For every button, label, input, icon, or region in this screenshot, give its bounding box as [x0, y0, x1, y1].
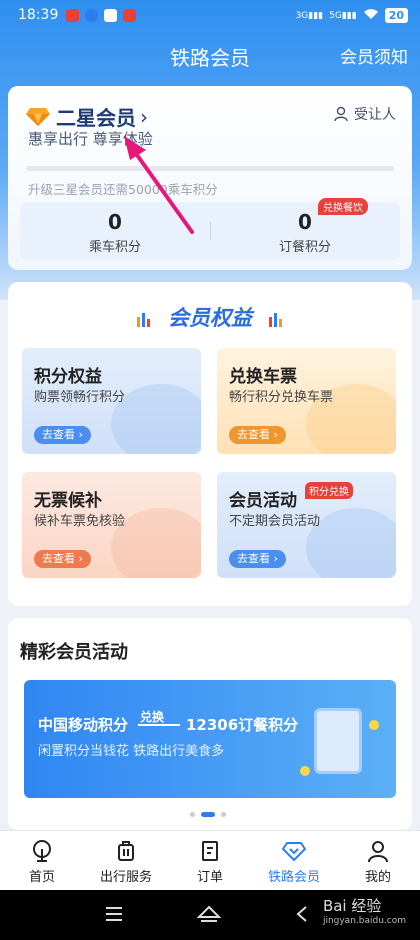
nav-label: 我的: [364, 870, 391, 885]
member-notice-link[interactable]: 会员须知: [340, 43, 408, 68]
nav-label: 首页: [28, 870, 55, 885]
meal-points-value: 0: [298, 210, 312, 234]
points-exchange-tag: 积分兑换: [305, 482, 353, 499]
arrow-right-icon: [138, 724, 180, 726]
member-card: 二星会员 › 惠享出行 尊享体验 受让人 升级三星会员还需50000乘车积分 0…: [8, 86, 412, 270]
luggage-icon: [118, 841, 134, 861]
system-indicators: 3G▮▮▮ 5G▮▮▮ 20: [296, 8, 408, 23]
bars-decoration-icon: [269, 313, 283, 327]
transferee-button[interactable]: 受让人: [334, 104, 396, 124]
banner-left-text: 中国移动积分: [38, 716, 129, 734]
video-app-icon: [123, 9, 136, 22]
home-icon[interactable]: [197, 905, 221, 923]
member-benefits-panel: 会员权益 积分权益 购票领畅行积分 去查看 › 兑换车票 畅行积分兑换车票 去查…: [8, 282, 412, 606]
tile-view-label: 去查看: [237, 552, 270, 565]
benefit-tile-exchange-ticket[interactable]: 兑换车票 畅行积分兑换车票 去查看 ›: [217, 348, 396, 454]
tile-title: 会员活动: [229, 491, 297, 511]
tile-title: 积分权益: [34, 367, 102, 387]
nav-me[interactable]: 我的: [336, 831, 420, 890]
activity-banner[interactable]: 中国移动积分 兑换 12306订餐积分 闲置积分当钱花 铁路出行美食多: [24, 680, 396, 798]
member-level-name: 二星会员: [56, 106, 136, 130]
points-summary: 0 乘车积分 0 订餐积分 兑换餐饮: [20, 198, 400, 260]
nav-orders[interactable]: 订单: [168, 831, 252, 890]
tile-title: 无票候补: [34, 491, 102, 511]
tile-view-button[interactable]: 去查看 ›: [229, 426, 286, 444]
carousel-dot[interactable]: [221, 812, 226, 817]
banner-right-text: 12306订餐积分: [186, 716, 299, 734]
coin-icon: [369, 720, 379, 730]
member-activities-panel: 精彩会员活动 中国移动积分 兑换 12306订餐积分 闲置积分当钱花 铁路出行美…: [8, 618, 412, 830]
tile-subtitle: 购票领畅行积分: [34, 390, 126, 405]
watermark-sub: jingyan.baidu.com: [322, 916, 406, 926]
meal-points-label: 订餐积分: [278, 240, 331, 255]
tile-view-button[interactable]: 去查看 ›: [34, 550, 91, 568]
notification-icons: [66, 9, 136, 22]
tile-title: 兑换车票: [229, 367, 297, 387]
benefits-heading: 会员权益: [8, 302, 412, 332]
news-app-icon: [66, 9, 79, 22]
order-list-icon: [202, 841, 218, 861]
diamond-icon: [26, 107, 50, 126]
person-icon: [334, 106, 348, 122]
battery-icon: 20: [384, 8, 408, 23]
baidu-app-icon: [104, 9, 117, 22]
tile-view-button[interactable]: 去查看 ›: [34, 426, 91, 444]
status-time: 18:39: [18, 7, 59, 23]
baidu-watermark: Bai 经验 jingyan.baidu.com: [323, 895, 406, 926]
transferee-label: 受让人: [354, 107, 396, 123]
nav-label: 铁路会员: [267, 870, 320, 885]
phone-illustration: [314, 708, 362, 774]
system-navigation-bar: Bai 经验 jingyan.baidu.com: [0, 890, 420, 940]
watermark-text: Bai 经验: [322, 897, 382, 915]
status-bar: 18:39 3G▮▮▮ 5G▮▮▮ 20: [0, 0, 420, 32]
browser-app-icon: [85, 9, 98, 22]
nav-label: 订单: [196, 870, 223, 885]
carousel-dot[interactable]: [190, 812, 195, 817]
tile-view-button[interactable]: 去查看 ›: [229, 550, 286, 568]
benefit-tile-points[interactable]: 积分权益 购票领畅行积分 去查看 ›: [22, 348, 201, 454]
carousel-dot-active[interactable]: [201, 812, 215, 817]
benefit-tile-waitlist[interactable]: 无票候补 候补车票免核验 去查看 ›: [22, 472, 201, 578]
ride-points-label: 乘车积分: [88, 240, 141, 255]
tile-subtitle: 畅行积分兑换车票: [229, 390, 334, 405]
benefit-tile-activities[interactable]: 会员活动 积分兑换 不定期会员活动 去查看 ›: [217, 472, 396, 578]
ride-points[interactable]: 0 乘车积分: [20, 210, 210, 255]
tile-subtitle: 不定期会员活动: [229, 514, 321, 529]
activities-title: 精彩会员活动: [20, 642, 128, 663]
person-icon: [368, 841, 388, 863]
app-header: 铁路会员 会员须知: [0, 32, 420, 76]
bottom-nav: 首页 出行服务 订单 铁路会员 我的: [0, 830, 420, 890]
nav-travel-service[interactable]: 出行服务: [84, 831, 168, 890]
tile-view-label: 去查看: [42, 552, 75, 565]
banner-subtitle: 闲置积分当钱花 铁路出行美食多: [38, 744, 225, 759]
benefits-title: 会员权益: [168, 306, 252, 330]
back-icon[interactable]: [294, 905, 312, 923]
member-level-link[interactable]: 二星会员 ›: [26, 102, 148, 131]
bars-decoration-icon: [136, 313, 150, 327]
tile-view-label: 去查看: [42, 428, 75, 441]
tile-view-label: 去查看: [237, 428, 270, 441]
tile-subtitle: 候补车票免核验: [34, 514, 126, 529]
signal-3g-icon: 3G▮▮▮: [295, 10, 324, 21]
menu-icon[interactable]: [104, 905, 124, 923]
level-progress-bar: [26, 166, 394, 171]
meal-points[interactable]: 0 订餐积分: [210, 210, 400, 255]
meal-exchange-badge: 兑换餐饮: [318, 198, 368, 215]
nav-home[interactable]: 首页: [0, 831, 84, 890]
signal-5g-icon: 5G▮▮▮: [329, 10, 357, 21]
diamond-icon: [282, 842, 306, 862]
upgrade-hint: 升级三星会员还需50000乘车积分: [28, 182, 218, 197]
chevron-right-icon: ›: [140, 104, 148, 129]
wifi-icon: [363, 8, 379, 23]
banner-arrow-text: 兑换: [140, 710, 165, 724]
carousel-indicator: [190, 812, 226, 817]
nav-label: 出行服务: [99, 870, 152, 885]
nav-railway-member[interactable]: 铁路会员: [252, 831, 336, 890]
railway-logo-icon: [33, 840, 51, 862]
coin-icon: [300, 766, 310, 776]
ride-points-value: 0: [108, 210, 122, 234]
member-slogan: 惠享出行 尊享体验: [28, 130, 153, 148]
